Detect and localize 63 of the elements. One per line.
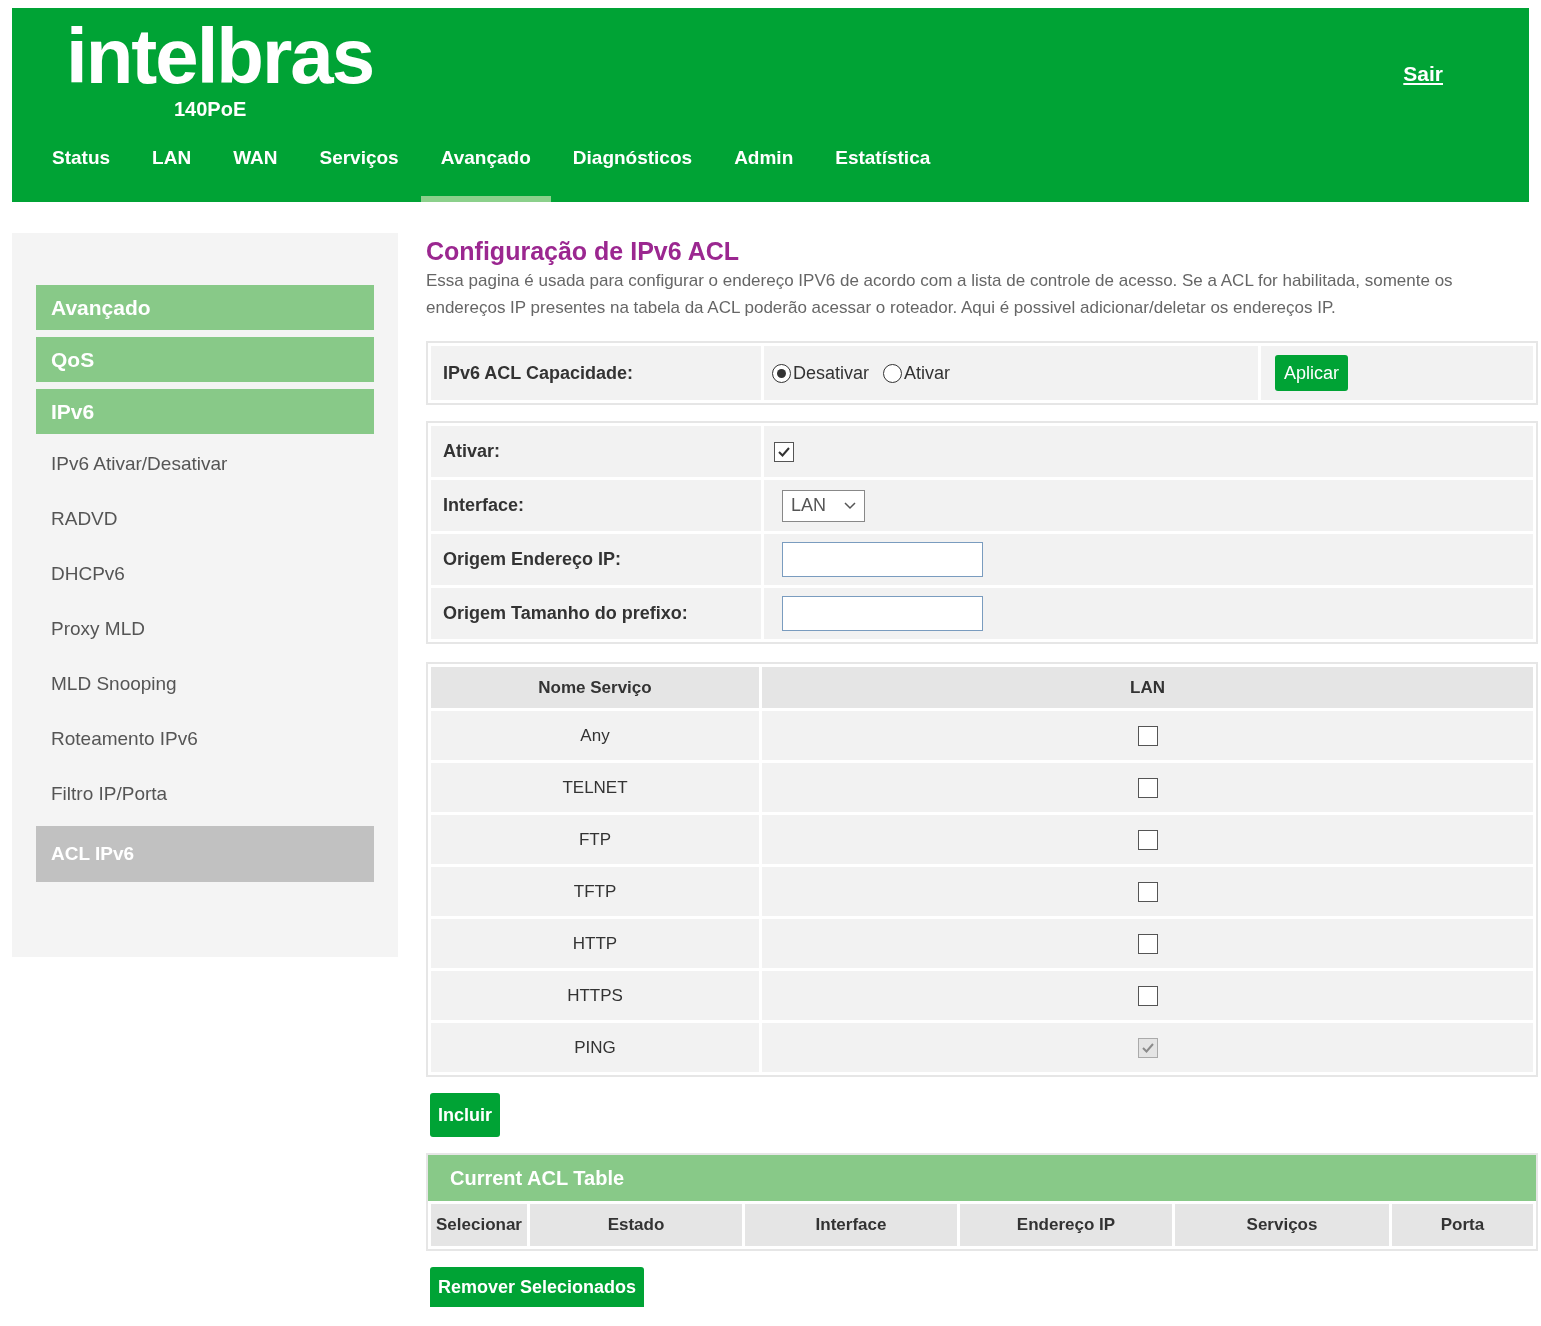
sidebar-item[interactable]: RADVD bbox=[36, 496, 374, 551]
model-label: 140PoE bbox=[174, 98, 247, 120]
field-label: Origem Tamanho do prefixo: bbox=[431, 588, 761, 639]
table-title-bar: Current ACL Table bbox=[428, 1155, 1536, 1201]
nav-tab[interactable]: WAN bbox=[213, 132, 298, 202]
sidebar-item[interactable]: IPv6 Ativar/Desativar bbox=[36, 441, 374, 496]
table-cell: Any bbox=[431, 711, 759, 760]
sidebar-item[interactable]: Proxy MLD bbox=[36, 606, 374, 661]
radio-button[interactable] bbox=[883, 363, 903, 383]
column-header: Selecionar bbox=[431, 1204, 527, 1246]
nav-tab[interactable]: Status bbox=[32, 132, 131, 202]
sidebar-item[interactable]: DHCPv6 bbox=[36, 551, 374, 606]
chevron-down-icon bbox=[844, 501, 856, 510]
field-label: Interface: bbox=[431, 480, 761, 531]
sidebar-item[interactable]: MLD Snooping bbox=[36, 661, 374, 716]
capability-label: IPv6 ACL Capacidade: bbox=[431, 346, 761, 400]
table-cell: FTP bbox=[431, 815, 759, 864]
table-cell: TELNET bbox=[431, 763, 759, 812]
checkbox[interactable] bbox=[1137, 881, 1158, 902]
page-title: Configuração de IPv6 ACL bbox=[426, 236, 740, 267]
nav-tab[interactable]: Admin bbox=[714, 132, 814, 202]
add-button[interactable]: Incluir bbox=[430, 1093, 500, 1137]
checkbox[interactable] bbox=[1137, 777, 1158, 798]
column-header: Serviços bbox=[1175, 1204, 1389, 1246]
table-cell: HTTPS bbox=[431, 971, 759, 1020]
checkbox[interactable] bbox=[1137, 725, 1158, 746]
column-header: Estado bbox=[530, 1204, 742, 1246]
interface-select[interactable]: LAN bbox=[782, 489, 865, 522]
radio-option[interactable]: Ativar bbox=[883, 359, 951, 387]
table-cell: TFTP bbox=[431, 867, 759, 916]
sidebar-section[interactable]: QoS bbox=[36, 337, 374, 382]
logo: intelbras bbox=[66, 14, 374, 98]
logout-link[interactable]: Sair bbox=[1403, 58, 1443, 90]
page-description: Essa pagina é usada para configurar o endereço IPV6 de acordo com a lista de controle de acesso. Se a ACL for habilitada, somente os endereços IP presentes na tabela da ACL poderão acessar o roteador. Aqui é possivel adicionar/deletar os endereços IP. bbox=[426, 270, 1454, 319]
column-header: Endereço IP bbox=[960, 1204, 1172, 1246]
field-label: Ativar: bbox=[431, 426, 761, 477]
sidebar-section[interactable]: Avançado bbox=[36, 285, 374, 330]
sidebar-item[interactable]: ACL IPv6 bbox=[36, 826, 374, 882]
checkbox[interactable] bbox=[1137, 985, 1158, 1006]
radio-button[interactable] bbox=[772, 363, 791, 383]
sidebar-item[interactable]: Filtro IP/Porta bbox=[36, 771, 374, 826]
column-header: Interface bbox=[745, 1204, 957, 1246]
table-cell: PING bbox=[431, 1023, 759, 1072]
nav-tab[interactable]: Diagnósticos bbox=[552, 132, 713, 202]
checkbox[interactable] bbox=[1137, 933, 1158, 954]
sidebar-section[interactable]: IPv6 bbox=[36, 389, 374, 434]
nav-tab[interactable]: Serviços bbox=[299, 132, 419, 202]
nav-tab[interactable]: Estatística bbox=[815, 132, 951, 202]
apply-button[interactable]: Aplicar bbox=[1275, 355, 1349, 391]
checkbox[interactable] bbox=[1137, 829, 1158, 850]
sidebar-item[interactable]: Roteamento IPv6 bbox=[36, 716, 374, 771]
field-label: Origem Endereço IP: bbox=[431, 534, 761, 585]
nav-tab[interactable]: Avançado bbox=[420, 132, 551, 202]
column-header: LAN bbox=[762, 667, 1533, 708]
nav-tab[interactable]: LAN bbox=[132, 132, 212, 202]
checkbox[interactable] bbox=[774, 441, 794, 462]
column-header: Porta bbox=[1392, 1204, 1533, 1246]
text-input[interactable] bbox=[782, 542, 983, 577]
radio-option[interactable]: Desativar bbox=[772, 359, 870, 387]
table-cell: HTTP bbox=[431, 919, 759, 968]
column-header: Nome Serviço bbox=[431, 667, 759, 708]
remove-selected-button[interactable]: Remover Selecionados bbox=[430, 1267, 645, 1307]
text-input[interactable] bbox=[782, 596, 983, 631]
